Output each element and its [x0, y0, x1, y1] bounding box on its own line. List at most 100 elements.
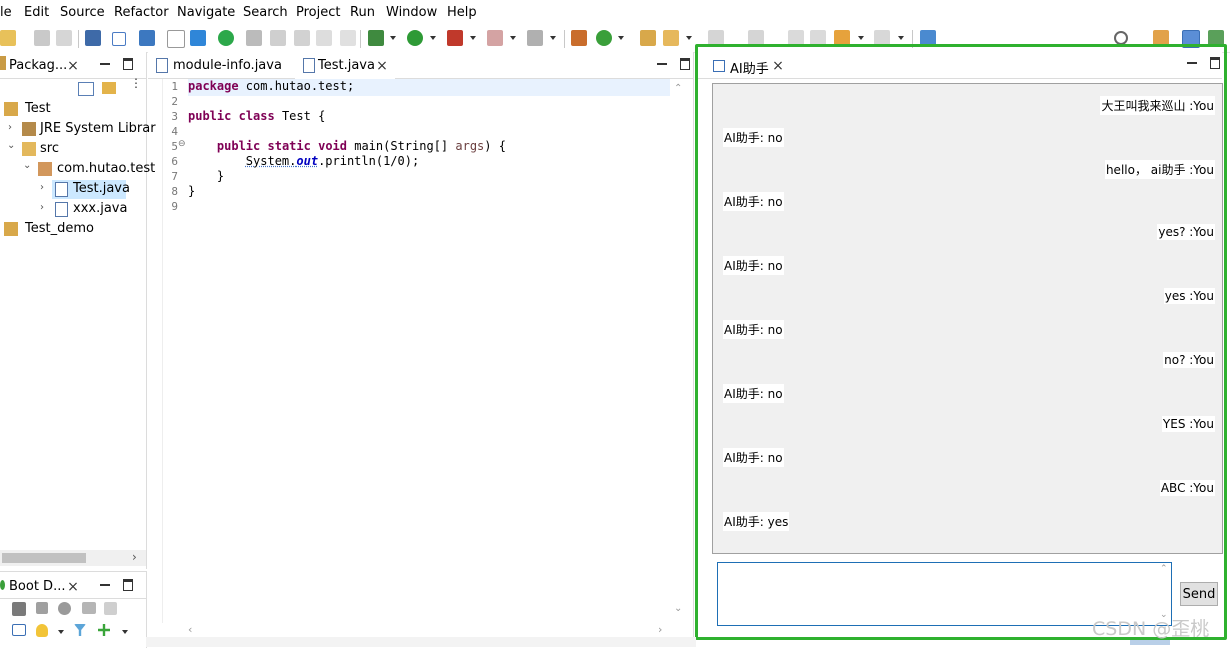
- tree-item-src[interactable]: src: [40, 141, 59, 156]
- external-tools-icon[interactable]: [527, 30, 543, 46]
- save-all-icon[interactable]: [56, 30, 72, 46]
- run-icon[interactable]: [407, 30, 423, 46]
- annotation-icon[interactable]: [190, 30, 206, 46]
- menu-file[interactable]: le: [0, 5, 12, 20]
- minimize-icon[interactable]: [100, 63, 110, 65]
- spring-boot-icon: [0, 580, 5, 590]
- line-number: 2: [162, 95, 178, 108]
- rocket-icon[interactable]: [663, 30, 679, 46]
- close-icon[interactable]: ×: [376, 60, 388, 72]
- maximize-icon[interactable]: [680, 58, 690, 70]
- task-icon[interactable]: [167, 30, 185, 48]
- chevron-down-icon[interactable]: ⌄: [7, 140, 15, 151]
- line-number: 7: [162, 170, 178, 183]
- code-line[interactable]: }: [188, 169, 224, 183]
- close-icon[interactable]: ×: [67, 60, 79, 72]
- package-explorer-title[interactable]: Packag...: [9, 58, 67, 73]
- menu-run[interactable]: Run: [350, 5, 375, 20]
- maximize-icon[interactable]: [123, 579, 133, 591]
- new-icon[interactable]: [0, 30, 16, 46]
- menu-project[interactable]: Project: [296, 5, 340, 20]
- spring-icon[interactable]: [218, 30, 234, 46]
- tab-module-info[interactable]: module-info.java: [148, 52, 294, 78]
- filter-icon[interactable]: [74, 624, 86, 636]
- pilcrow-icon[interactable]: [340, 30, 356, 46]
- block-icon[interactable]: [316, 30, 332, 46]
- boot-dashboard: Boot D... ×: [0, 571, 147, 648]
- pin-icon[interactable]: [246, 30, 262, 46]
- minimize-icon[interactable]: [657, 63, 667, 65]
- editor-tab-bar: module-info.java Test.java ×: [148, 52, 693, 79]
- new-class-icon[interactable]: [596, 30, 612, 46]
- save-icon[interactable]: [34, 30, 50, 46]
- code-line[interactable]: }: [188, 184, 195, 198]
- quick-access-search-icon[interactable]: [1114, 31, 1128, 45]
- brush-icon[interactable]: [270, 30, 286, 46]
- code-line[interactable]: public static void main(String[] args) {: [188, 139, 506, 153]
- chevron-down-icon[interactable]: ⌄: [674, 603, 682, 614]
- minimize-icon[interactable]: [100, 584, 110, 586]
- line-number: 3: [162, 110, 178, 123]
- tree-item-package[interactable]: com.hutao.test: [57, 161, 155, 176]
- package-explorer-header: Packag... ×: [0, 52, 146, 79]
- project-icon: [4, 102, 18, 116]
- maximize-icon[interactable]: [123, 58, 133, 70]
- library-icon: [22, 122, 36, 136]
- close-icon[interactable]: ×: [67, 581, 79, 593]
- package-explorer-icon: [0, 56, 6, 70]
- tree-item-test-demo[interactable]: Test_demo: [25, 221, 94, 236]
- collapse-all-icon[interactable]: [78, 82, 94, 96]
- tree-item-test-java[interactable]: Test.java: [73, 181, 130, 196]
- menu-edit[interactable]: Edit: [24, 5, 49, 20]
- code-line[interactable]: package com.hutao.test;: [188, 79, 354, 93]
- chevron-right-icon[interactable]: ›: [8, 122, 12, 133]
- run-coverage-icon[interactable]: [447, 30, 463, 46]
- horizontal-scrollbar[interactable]: ›: [0, 550, 146, 566]
- chevron-down-icon[interactable]: ⌄: [23, 160, 31, 171]
- tree-item-jre[interactable]: JRE System Librar: [40, 121, 156, 136]
- stop-icon[interactable]: [36, 602, 48, 614]
- chevron-right-icon[interactable]: ›: [132, 550, 137, 564]
- chevron-left-icon[interactable]: ‹: [188, 623, 192, 636]
- open-type-icon[interactable]: [139, 30, 155, 46]
- tree-item-xxx-java[interactable]: xxx.java: [73, 201, 127, 216]
- fold-icon[interactable]: ⊖: [178, 139, 186, 149]
- chevron-right-icon[interactable]: ›: [658, 623, 662, 636]
- open-console-icon[interactable]: [82, 602, 96, 614]
- start-icon[interactable]: [12, 602, 26, 616]
- chevron-right-icon[interactable]: ›: [40, 182, 44, 193]
- menu-help[interactable]: Help: [447, 5, 477, 20]
- tab-label: module-info.java: [173, 58, 282, 73]
- menu-refactor[interactable]: Refactor: [114, 5, 169, 20]
- debug-icon[interactable]: [368, 30, 384, 46]
- new-package-icon[interactable]: [571, 30, 587, 46]
- open-folder-icon[interactable]: [640, 30, 656, 46]
- menu-navigate[interactable]: Navigate: [177, 5, 235, 20]
- horizontal-scrollbar[interactable]: ‹ ›: [188, 623, 670, 637]
- add-icon[interactable]: [98, 624, 110, 636]
- code-line[interactable]: System.out.println(1/0);: [188, 154, 419, 168]
- code-line[interactable]: public class Test {: [188, 109, 325, 123]
- menu-search[interactable]: Search: [243, 5, 288, 20]
- menu-window[interactable]: Window: [386, 5, 437, 20]
- watermark: CSDN @歪桃: [1092, 614, 1209, 641]
- chevron-right-icon[interactable]: ›: [40, 202, 44, 213]
- chevron-up-icon[interactable]: ⌃: [674, 83, 682, 94]
- boot-dashboard-title[interactable]: Boot D...: [9, 579, 65, 594]
- console-icon[interactable]: [85, 30, 101, 46]
- search-icon[interactable]: [112, 32, 126, 46]
- tab-test-java[interactable]: Test.java ×: [295, 52, 395, 80]
- refresh-icon[interactable]: [104, 602, 117, 615]
- menu-source[interactable]: Source: [60, 5, 105, 20]
- view-menu-icon[interactable]: ⋮: [130, 81, 142, 86]
- line-number: 9: [162, 200, 178, 213]
- tree-item-test-project[interactable]: Test: [25, 101, 51, 116]
- properties-icon[interactable]: [12, 624, 26, 636]
- vertical-scrollbar[interactable]: ⌃ ⌄: [671, 79, 687, 623]
- scrollbar-thumb[interactable]: [2, 553, 86, 563]
- lightbulb-icon[interactable]: [36, 624, 48, 637]
- restart-icon[interactable]: [58, 602, 71, 615]
- stop-icon[interactable]: [487, 30, 503, 46]
- link-editor-icon[interactable]: [102, 82, 116, 94]
- toggle-icon[interactable]: [294, 30, 310, 46]
